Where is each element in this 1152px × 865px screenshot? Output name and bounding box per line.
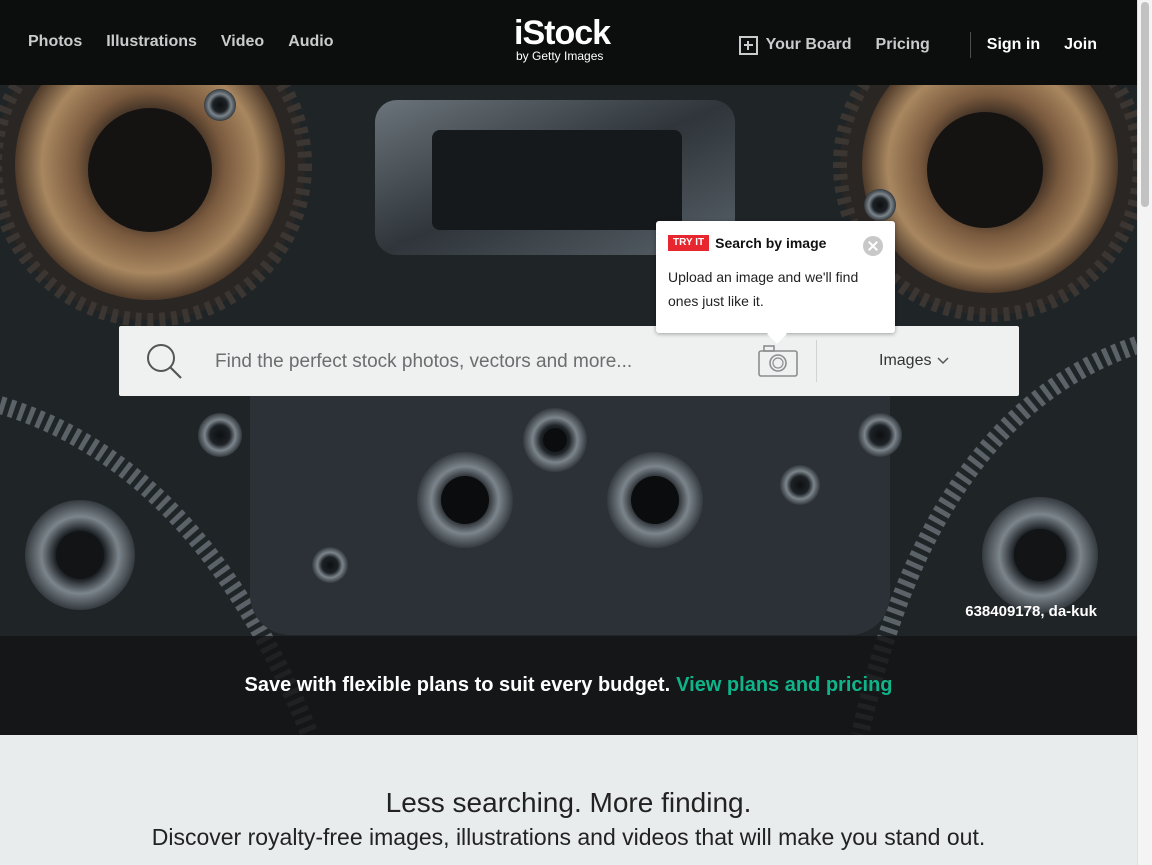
try-it-badge: TRY IT bbox=[668, 235, 710, 251]
logo-tagline: by Getty Images bbox=[516, 49, 604, 63]
nav-photos[interactable]: Photos bbox=[28, 33, 82, 51]
join-link[interactable]: Join bbox=[1064, 36, 1097, 54]
scrollbar-thumb[interactable] bbox=[1141, 2, 1149, 207]
intro-section: Less searching. More finding. Discover r… bbox=[0, 735, 1137, 865]
your-board-link[interactable]: Your Board bbox=[738, 35, 852, 55]
account-nav: Your Board Pricing Sign in Join bbox=[738, 32, 1137, 58]
search-input[interactable] bbox=[215, 346, 735, 378]
primary-nav: Photos Illustrations Video Audio bbox=[28, 33, 334, 51]
camera-icon[interactable] bbox=[757, 344, 799, 378]
promo-text: Save with flexible plans to suit every b… bbox=[244, 674, 671, 696]
istock-logo[interactable]: iStock by Getty Images bbox=[514, 14, 634, 62]
tooltip-title: Search by image bbox=[715, 235, 827, 251]
media-type-value: Images bbox=[879, 352, 932, 369]
your-board-label: Your Board bbox=[765, 36, 852, 53]
hero-banner: 638409178, da-kuk Save with flexible pla… bbox=[0, 85, 1137, 735]
chevron-down-icon bbox=[937, 357, 949, 365]
image-credit: 638409178, da-kuk bbox=[965, 603, 1097, 620]
close-icon[interactable] bbox=[863, 236, 883, 256]
search-icon[interactable] bbox=[145, 342, 183, 380]
board-add-icon bbox=[738, 35, 758, 55]
search-bar: Images bbox=[119, 326, 1019, 396]
nav-divider bbox=[969, 32, 971, 58]
nav-video[interactable]: Video bbox=[221, 33, 264, 51]
site-header: Photos Illustrations Video Audio iStock … bbox=[0, 0, 1137, 85]
logo-wordmark: iStock bbox=[514, 14, 611, 52]
search-by-image-tooltip: TRY IT Search by image Upload an image a… bbox=[656, 221, 895, 333]
page-scrollbar[interactable] bbox=[1137, 0, 1152, 865]
promo-banner: Save with flexible plans to suit every b… bbox=[0, 636, 1137, 735]
intro-heading: Less searching. More finding. bbox=[385, 787, 752, 818]
nav-pricing[interactable]: Pricing bbox=[876, 36, 930, 54]
intro-subheading: Discover royalty-free images, illustrati… bbox=[151, 824, 986, 850]
nav-audio[interactable]: Audio bbox=[288, 33, 333, 51]
sign-in-link[interactable]: Sign in bbox=[987, 36, 1040, 54]
tooltip-header: TRY IT Search by image bbox=[668, 235, 883, 251]
media-type-dropdown[interactable]: Images bbox=[879, 352, 949, 370]
view-plans-link[interactable]: View plans and pricing bbox=[676, 674, 892, 697]
tooltip-body: Upload an image and we'll find ones just… bbox=[668, 269, 859, 309]
search-divider bbox=[816, 340, 817, 382]
nav-illustrations[interactable]: Illustrations bbox=[106, 33, 197, 51]
